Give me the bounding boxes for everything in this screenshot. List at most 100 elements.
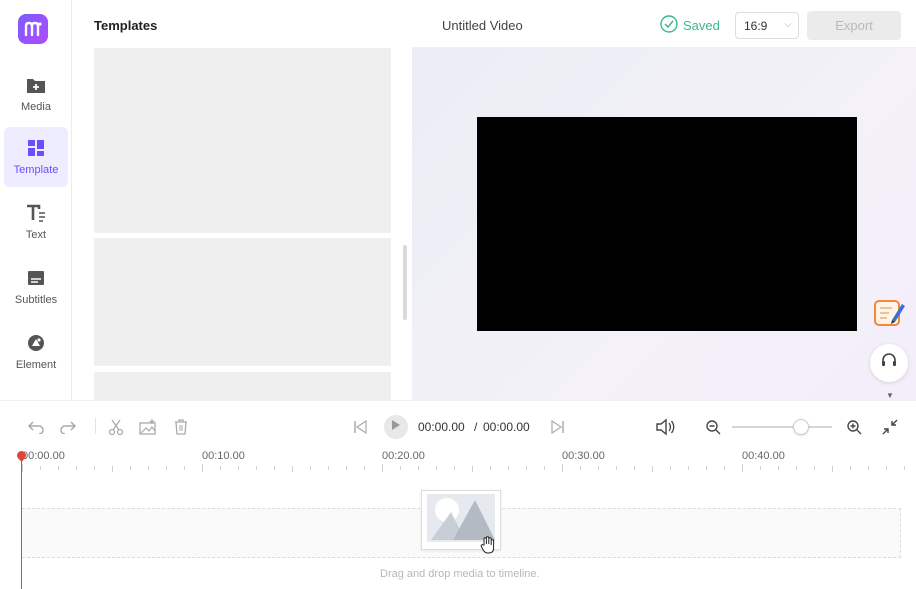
ruler-tick bbox=[796, 466, 797, 470]
check-circle-icon bbox=[660, 15, 678, 36]
ruler-tick bbox=[454, 466, 455, 470]
skip-end-icon[interactable] bbox=[548, 417, 568, 437]
ruler-tick bbox=[652, 466, 653, 472]
ruler-tick bbox=[256, 466, 257, 470]
playhead-line[interactable] bbox=[21, 454, 22, 589]
panel-title: Templates bbox=[94, 18, 158, 33]
ruler-tick bbox=[148, 466, 149, 470]
ruler-tick bbox=[184, 466, 185, 470]
ruler-tick bbox=[418, 466, 419, 470]
ruler-tick bbox=[742, 464, 743, 472]
toolbar-divider bbox=[95, 418, 96, 434]
ruler-tick bbox=[526, 466, 527, 470]
hand-cursor-icon bbox=[480, 536, 498, 554]
ruler-tick bbox=[364, 466, 365, 470]
ruler-tick bbox=[544, 466, 545, 470]
rail-item-label: Media bbox=[21, 101, 51, 113]
ruler-tick bbox=[400, 466, 401, 470]
video-title[interactable]: Untitled Video bbox=[442, 18, 523, 33]
ruler-tick bbox=[706, 466, 707, 470]
ruler-label: 00:20.00 bbox=[382, 450, 425, 462]
ruler-tick bbox=[832, 466, 833, 472]
text-icon bbox=[26, 203, 46, 223]
current-time: 00:00.00 bbox=[418, 420, 465, 434]
ruler-tick bbox=[220, 466, 221, 470]
ruler-tick bbox=[436, 466, 437, 470]
ruler-tick bbox=[868, 466, 869, 470]
drop-hint-text: Drag and drop media to timeline. bbox=[380, 568, 540, 580]
ruler-tick bbox=[382, 464, 383, 472]
play-button[interactable] bbox=[384, 415, 408, 439]
rail-item-element[interactable]: Element bbox=[4, 322, 68, 382]
redo-icon[interactable] bbox=[58, 417, 78, 437]
delete-icon[interactable] bbox=[171, 417, 191, 437]
zoom-out-icon[interactable] bbox=[703, 417, 723, 437]
zoom-slider-handle[interactable] bbox=[793, 419, 809, 435]
export-button[interactable]: Export bbox=[807, 11, 901, 40]
play-icon bbox=[391, 418, 401, 436]
notes-icon[interactable] bbox=[870, 294, 906, 330]
template-card[interactable] bbox=[94, 48, 391, 233]
ruler-tick bbox=[274, 466, 275, 470]
ruler-tick bbox=[508, 466, 509, 470]
aspect-ratio-select[interactable]: 16:9 ⌵ bbox=[735, 12, 799, 39]
total-time: 00:00.00 bbox=[483, 420, 530, 434]
ruler-tick bbox=[580, 466, 581, 470]
zoom-in-icon[interactable] bbox=[844, 417, 864, 437]
subtitles-icon bbox=[26, 268, 46, 288]
template-icon bbox=[26, 138, 46, 158]
ruler-label: 00:40.00 bbox=[742, 450, 785, 462]
ruler-tick bbox=[292, 466, 293, 472]
ruler-tick bbox=[76, 466, 77, 470]
panel-scrollbar[interactable] bbox=[403, 245, 407, 320]
rail-item-label: Subtitles bbox=[14, 294, 58, 306]
ruler-tick bbox=[94, 466, 95, 470]
ruler-tick bbox=[904, 466, 905, 470]
template-card[interactable] bbox=[94, 372, 391, 400]
timeline[interactable]: 00:00.00 00:10.00 00:20.00 00:30.00 00:4… bbox=[0, 449, 916, 589]
ruler-tick bbox=[58, 466, 59, 470]
ruler-tick bbox=[760, 466, 761, 470]
top-bar: Untitled Video Saved 16:9 ⌵ Export bbox=[412, 0, 916, 48]
ruler-tick bbox=[688, 466, 689, 470]
ruler-tick bbox=[346, 466, 347, 470]
app-logo-icon[interactable] bbox=[18, 14, 48, 44]
ruler-tick bbox=[310, 466, 311, 470]
ruler-tick bbox=[166, 466, 167, 470]
left-rail: Media Template Text Subtitles Element bbox=[0, 0, 72, 400]
ruler-label: 00:00.00 bbox=[22, 450, 65, 462]
saved-label: Saved bbox=[683, 18, 720, 33]
rail-item-template[interactable]: Template bbox=[4, 127, 68, 187]
ruler-tick bbox=[202, 464, 203, 472]
timeline-toolbar: 00:00.00 / 00:00.00 bbox=[0, 400, 916, 450]
rail-item-text[interactable]: Text bbox=[4, 192, 68, 252]
ruler-tick bbox=[40, 466, 41, 470]
video-canvas[interactable] bbox=[477, 117, 857, 331]
skip-start-icon[interactable] bbox=[350, 417, 370, 437]
caret-down-icon[interactable]: ▼ bbox=[886, 391, 894, 400]
ruler-tick bbox=[238, 466, 239, 470]
rail-item-media[interactable]: Media bbox=[4, 64, 68, 124]
media-add-icon bbox=[26, 75, 46, 95]
time-separator: / bbox=[474, 420, 478, 434]
ruler-tick bbox=[598, 466, 599, 470]
headset-icon bbox=[880, 352, 898, 375]
ruler-tick bbox=[814, 466, 815, 470]
rail-item-label: Element bbox=[15, 359, 57, 371]
ruler-tick bbox=[850, 466, 851, 470]
volume-icon[interactable] bbox=[655, 417, 675, 437]
ruler-tick bbox=[22, 464, 23, 472]
undo-icon[interactable] bbox=[26, 417, 46, 437]
cut-icon[interactable] bbox=[106, 417, 126, 437]
ruler-label: 00:10.00 bbox=[202, 450, 245, 462]
rail-item-subtitles[interactable]: Subtitles bbox=[4, 257, 68, 317]
crop-image-icon[interactable] bbox=[138, 417, 158, 437]
fit-timeline-icon[interactable] bbox=[880, 417, 900, 437]
template-card[interactable] bbox=[94, 238, 391, 366]
ruler-tick bbox=[616, 466, 617, 470]
ruler-tick bbox=[112, 466, 113, 472]
zoom-slider-track[interactable] bbox=[732, 426, 832, 428]
preview-area: ▼ bbox=[412, 48, 916, 400]
support-button[interactable] bbox=[870, 344, 908, 382]
ruler-tick bbox=[886, 466, 887, 470]
